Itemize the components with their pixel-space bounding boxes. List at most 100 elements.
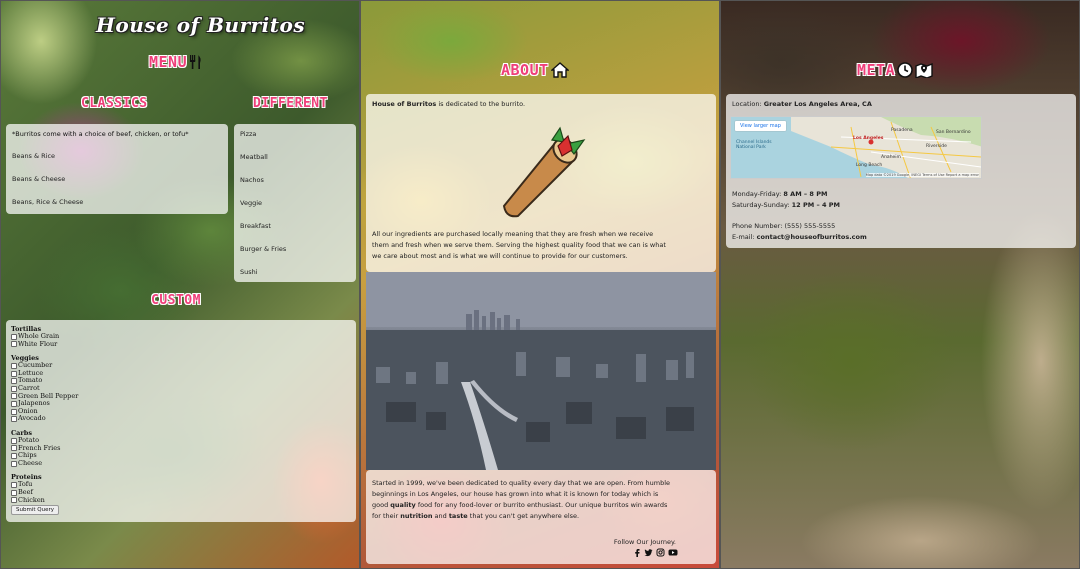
story-bold: nutrition [400, 512, 433, 520]
map-label: Riverside [926, 144, 947, 149]
map-label: Pasadena [891, 128, 913, 133]
meta-heading: META [857, 61, 933, 79]
option-checkbox[interactable]: Chips [11, 452, 351, 460]
about-column: ABOUT House of Burritos is dedicated to … [360, 0, 720, 569]
home-icon [550, 62, 569, 78]
group-title: Carbs [11, 428, 33, 437]
option-checkbox[interactable]: Chicken [11, 495, 351, 505]
location: Location: Greater Los Angeles Area, CA [732, 100, 1070, 108]
map-label: Channel Islands National Park [736, 140, 772, 150]
checkbox[interactable] [11, 385, 17, 392]
story-text: and [432, 512, 449, 520]
twitter-icon[interactable] [644, 548, 653, 557]
email: E-mail: contact@houseofburritos.com [732, 232, 867, 243]
checkbox[interactable] [11, 400, 17, 407]
menu-item: Breakfast [240, 222, 271, 230]
map-label: Anaheim [881, 155, 901, 160]
utensils-icon [190, 55, 201, 69]
brand-name: House of Burritos [372, 100, 437, 108]
menu-item: Veggie [240, 199, 262, 207]
option-checkbox[interactable]: Onion [11, 407, 351, 416]
option-label: Cheese [18, 458, 43, 467]
map-marker-icon [915, 62, 933, 78]
option-checkbox[interactable]: Tomato [11, 377, 351, 385]
checkbox[interactable] [11, 497, 17, 504]
hours-label: Monday-Friday: [732, 190, 784, 198]
meta-heading-text: META [857, 61, 896, 79]
about-paragraph: All our ingredients are purchased locall… [372, 230, 666, 260]
custom-heading: CUSTOM [151, 293, 201, 308]
email-link[interactable]: contact@houseofburritos.com [757, 233, 867, 241]
menu-item: Pizza [240, 130, 257, 138]
view-larger-map-link[interactable]: View larger map [735, 121, 786, 131]
option-checkbox[interactable]: Potato [11, 436, 351, 445]
facebook-icon[interactable] [633, 548, 641, 557]
checkbox[interactable] [11, 333, 17, 340]
option-checkbox[interactable]: Tofu [11, 481, 351, 489]
story-bold: taste [448, 512, 468, 520]
menu-item: Burger & Fries [240, 245, 287, 253]
different-panel: Pizza Meatball Nachos Veggie Breakfast B… [234, 124, 356, 282]
option-checkbox[interactable]: Beef [11, 488, 351, 497]
group-title: Proteins [11, 473, 42, 482]
clock-icon [897, 62, 913, 78]
city-photo [366, 272, 716, 470]
checkbox[interactable] [11, 408, 17, 415]
checkbox[interactable] [11, 445, 17, 452]
checkbox[interactable] [11, 460, 17, 467]
map-label: Long Beach [856, 163, 883, 168]
about-heading-text: ABOUT [501, 61, 549, 79]
option-checkbox[interactable]: Avocado [11, 415, 351, 423]
phone-value[interactable]: (555) 555-5555 [784, 222, 835, 230]
menu-item: Beans & Rice [12, 152, 56, 160]
option-checkbox[interactable]: Whole Grain [11, 332, 351, 341]
menu-heading-text: MENU [149, 53, 188, 71]
option-label: White Flour [18, 339, 58, 348]
option-checkbox[interactable]: Lettuce [11, 369, 351, 378]
option-checkbox[interactable]: White Flour [11, 339, 351, 349]
checkbox[interactable] [11, 393, 17, 400]
phone-label: Phone Number: [732, 222, 785, 230]
option-label: Chicken [18, 495, 45, 504]
about-heading: ABOUT [501, 61, 569, 79]
about-story-panel: Started in 1999, we've been dedicated to… [366, 470, 716, 564]
option-checkbox[interactable]: Cucumber [11, 362, 351, 370]
menu-item: Beans & Cheese [12, 175, 66, 183]
site-title: House of Burritos [96, 13, 306, 37]
checkbox[interactable] [11, 482, 17, 489]
youtube-icon[interactable] [668, 548, 678, 557]
option-checkbox[interactable]: French Fries [11, 444, 351, 453]
phone: Phone Number: (555) 555-5555 [732, 221, 867, 232]
checkbox[interactable] [11, 378, 17, 385]
checkbox[interactable] [11, 437, 17, 444]
menu-item: Nachos [240, 176, 264, 184]
map-attribution: Map data ©2019 Google, INEGI Terms of Us… [865, 173, 979, 177]
different-heading: DIFFERENT [253, 96, 328, 111]
menu-heading: MENU [149, 53, 203, 71]
weekday-hours: Monday-Friday: 8 AM – 8 PM [732, 189, 840, 200]
classics-heading: CLASSICS [81, 96, 148, 111]
menu-item: Beans, Rice & Cheese [12, 198, 84, 206]
instagram-icon[interactable] [656, 548, 665, 557]
menu-column: House of Burritos MENU CLASSICS DIFFEREN… [0, 0, 360, 569]
checkbox[interactable] [11, 416, 17, 423]
hours-value: 8 AM – 8 PM [783, 190, 828, 198]
embedded-map[interactable]: View larger map Los Angeles Pasadena San… [730, 116, 982, 179]
checkbox[interactable] [11, 370, 17, 377]
checkbox[interactable] [11, 341, 17, 348]
city-skyline-image [366, 272, 716, 470]
group-title: Veggies [11, 354, 39, 363]
option-checkbox[interactable]: Cheese [11, 458, 351, 468]
checkbox[interactable] [11, 362, 17, 369]
map-label: Los Angeles [853, 136, 884, 141]
meta-column: META Location: Greater Los Angeles Area,… [720, 0, 1080, 569]
option-label: Avocado [18, 414, 46, 423]
intro-text: is dedicated to the burrito. [436, 100, 526, 108]
submit-button[interactable]: Submit Query [11, 505, 59, 516]
option-checkbox[interactable]: Green Bell Pepper [11, 392, 351, 401]
checkbox[interactable] [11, 452, 17, 459]
option-checkbox[interactable]: Jalapenos [11, 400, 351, 408]
checkbox[interactable] [11, 489, 17, 496]
custom-order-form: Tortillas Whole Grain White Flour Veggie… [6, 320, 356, 522]
social-links [633, 548, 678, 557]
